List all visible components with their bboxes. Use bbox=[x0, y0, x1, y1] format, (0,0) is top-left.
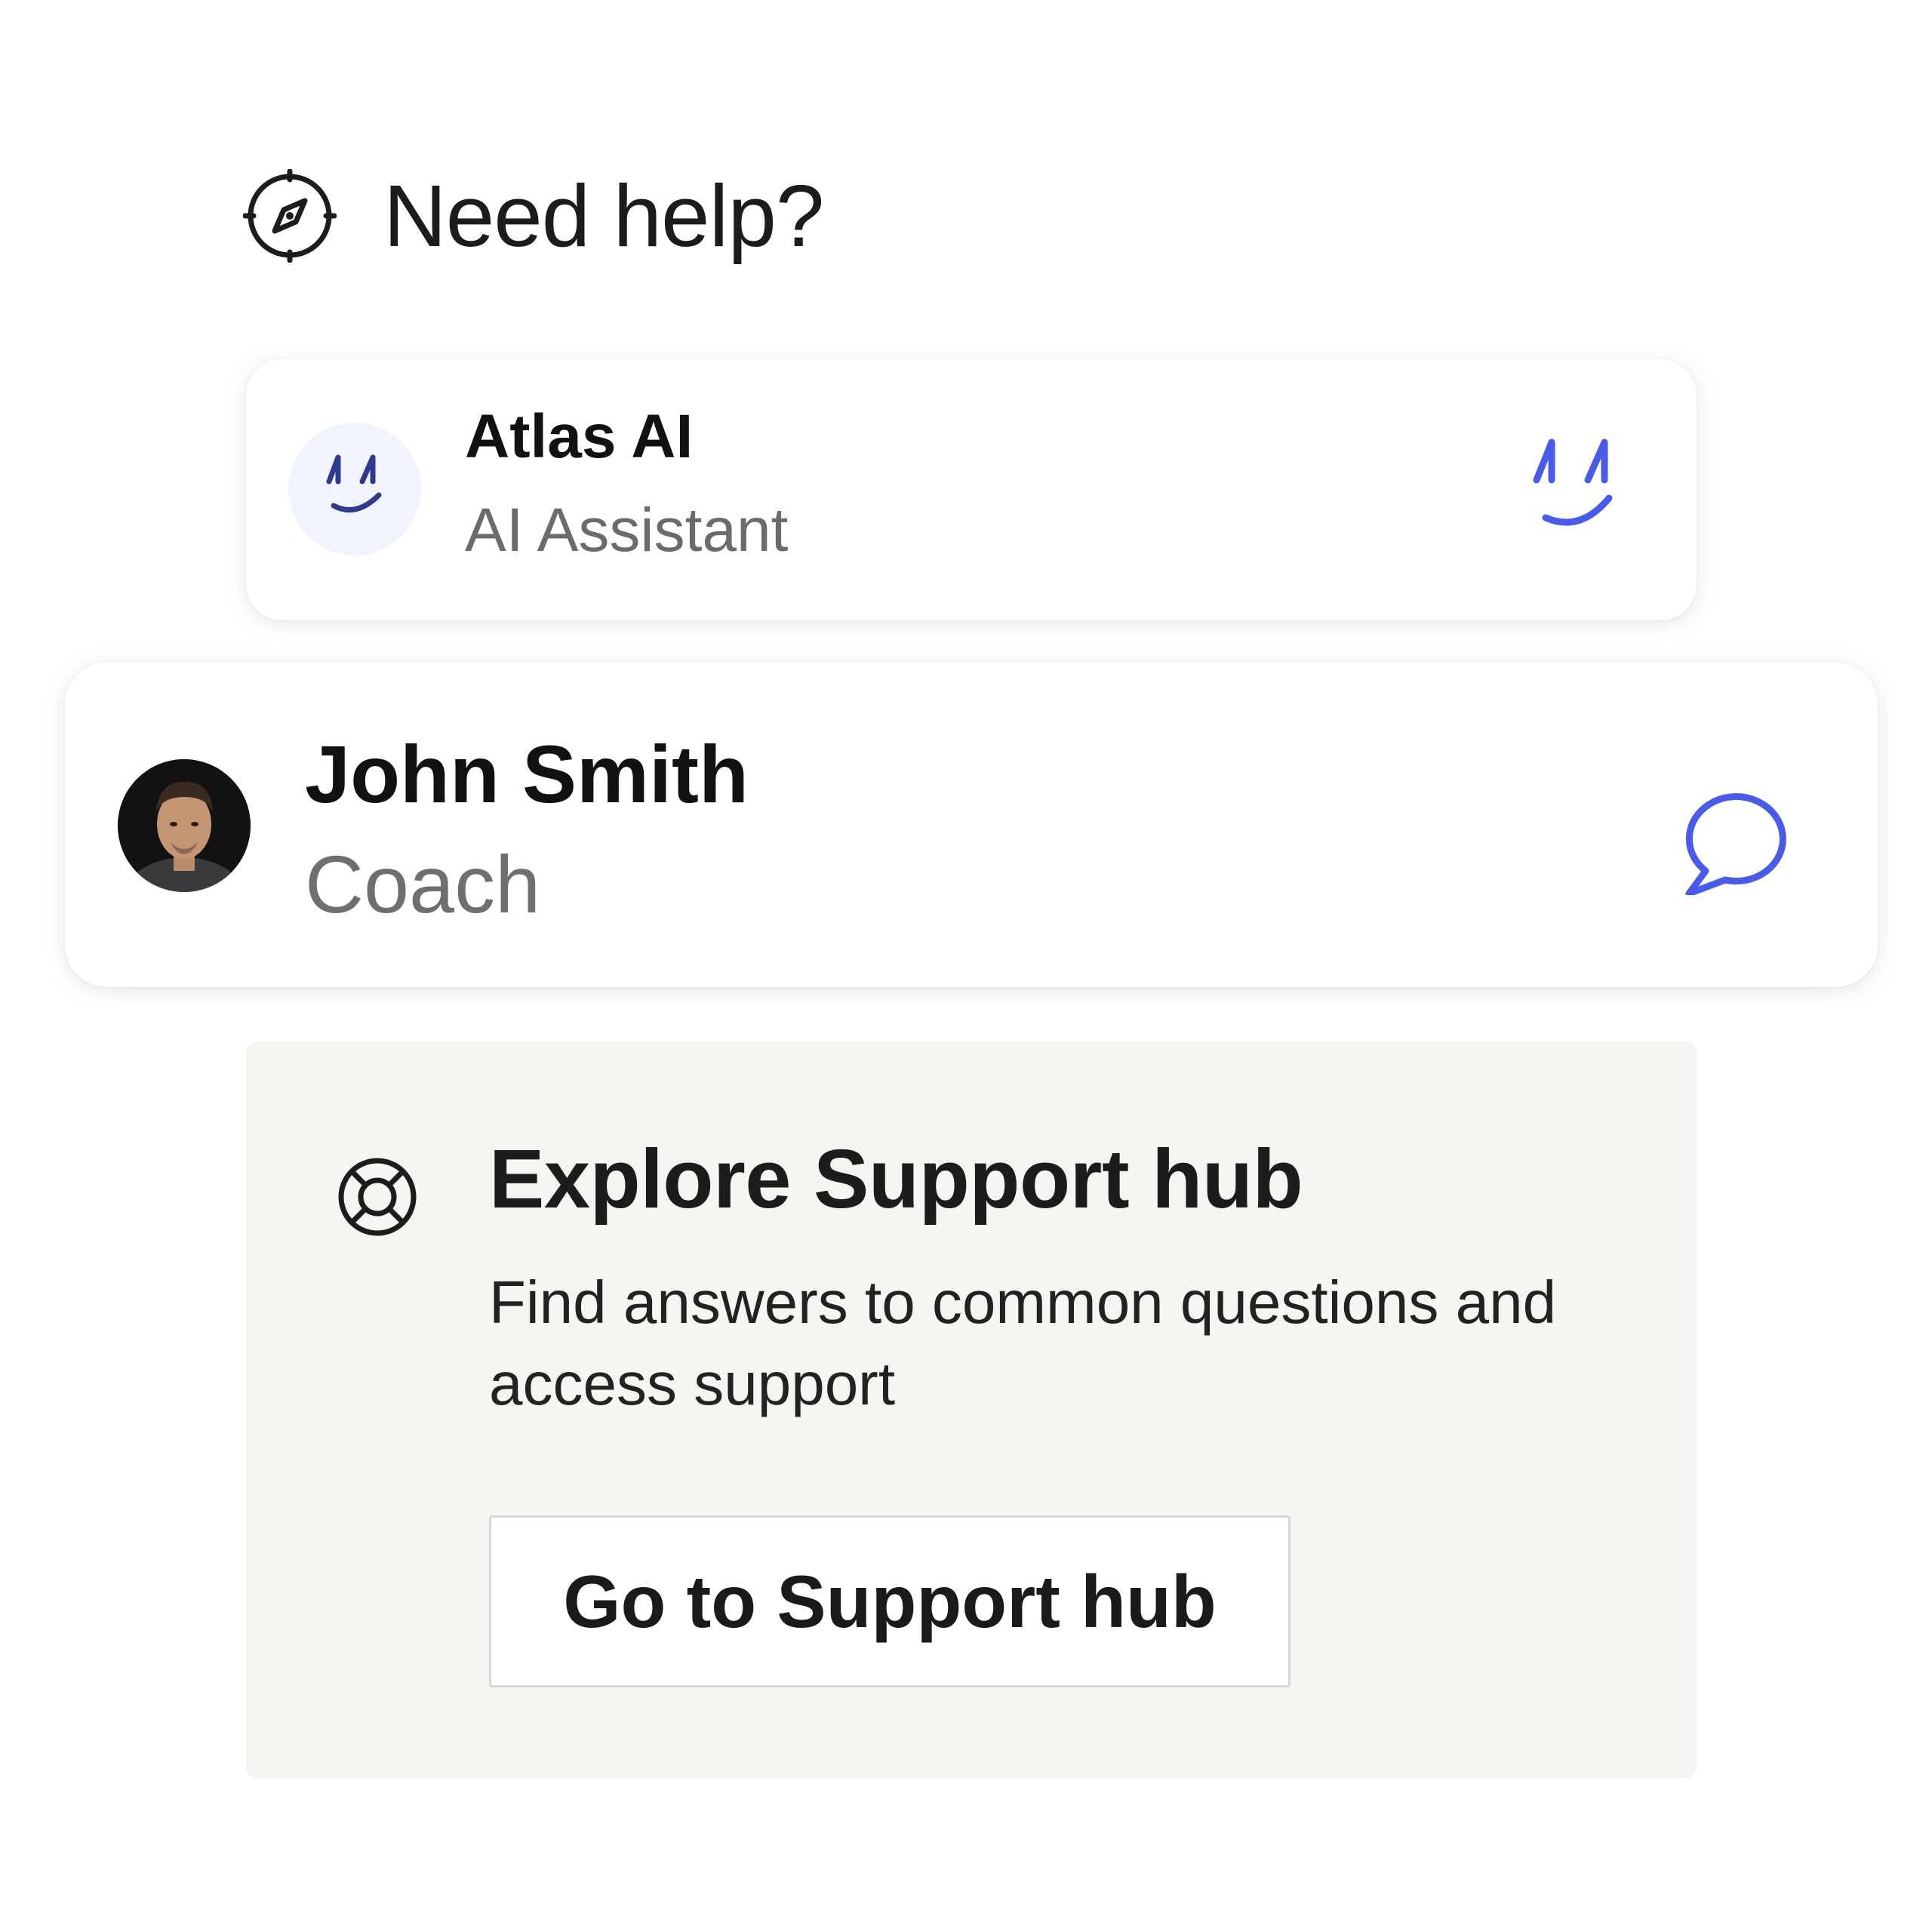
atlas-ai-logo-icon[interactable] bbox=[1531, 435, 1621, 540]
coach-card[interactable]: John Smith Coach bbox=[65, 663, 1878, 987]
go-to-support-hub-button[interactable]: Go to Support hub bbox=[489, 1515, 1291, 1687]
page-title: Need help? bbox=[383, 167, 824, 265]
lifebuoy-icon bbox=[337, 1156, 418, 1238]
avatar bbox=[118, 759, 251, 892]
atlas-ai-logo-icon bbox=[323, 451, 386, 528]
avatar bbox=[288, 423, 421, 555]
coach-role: Coach bbox=[305, 838, 541, 930]
help-header: Need help? bbox=[242, 167, 824, 265]
coach-name: John Smith bbox=[305, 728, 749, 820]
chat-bubble-icon[interactable] bbox=[1683, 783, 1795, 897]
support-hub-title: Explore Support hub bbox=[489, 1133, 1303, 1226]
support-hub-panel: Explore Support hub Find answers to comm… bbox=[246, 1041, 1697, 1778]
assistant-name: Atlas AI bbox=[465, 402, 694, 471]
atlas-ai-card[interactable]: Atlas AI AI Assistant bbox=[246, 359, 1697, 620]
support-hub-description: Find answers to common questions and acc… bbox=[489, 1269, 1557, 1417]
assistant-role: AI Assistant bbox=[465, 496, 789, 565]
compass-icon bbox=[242, 168, 337, 263]
